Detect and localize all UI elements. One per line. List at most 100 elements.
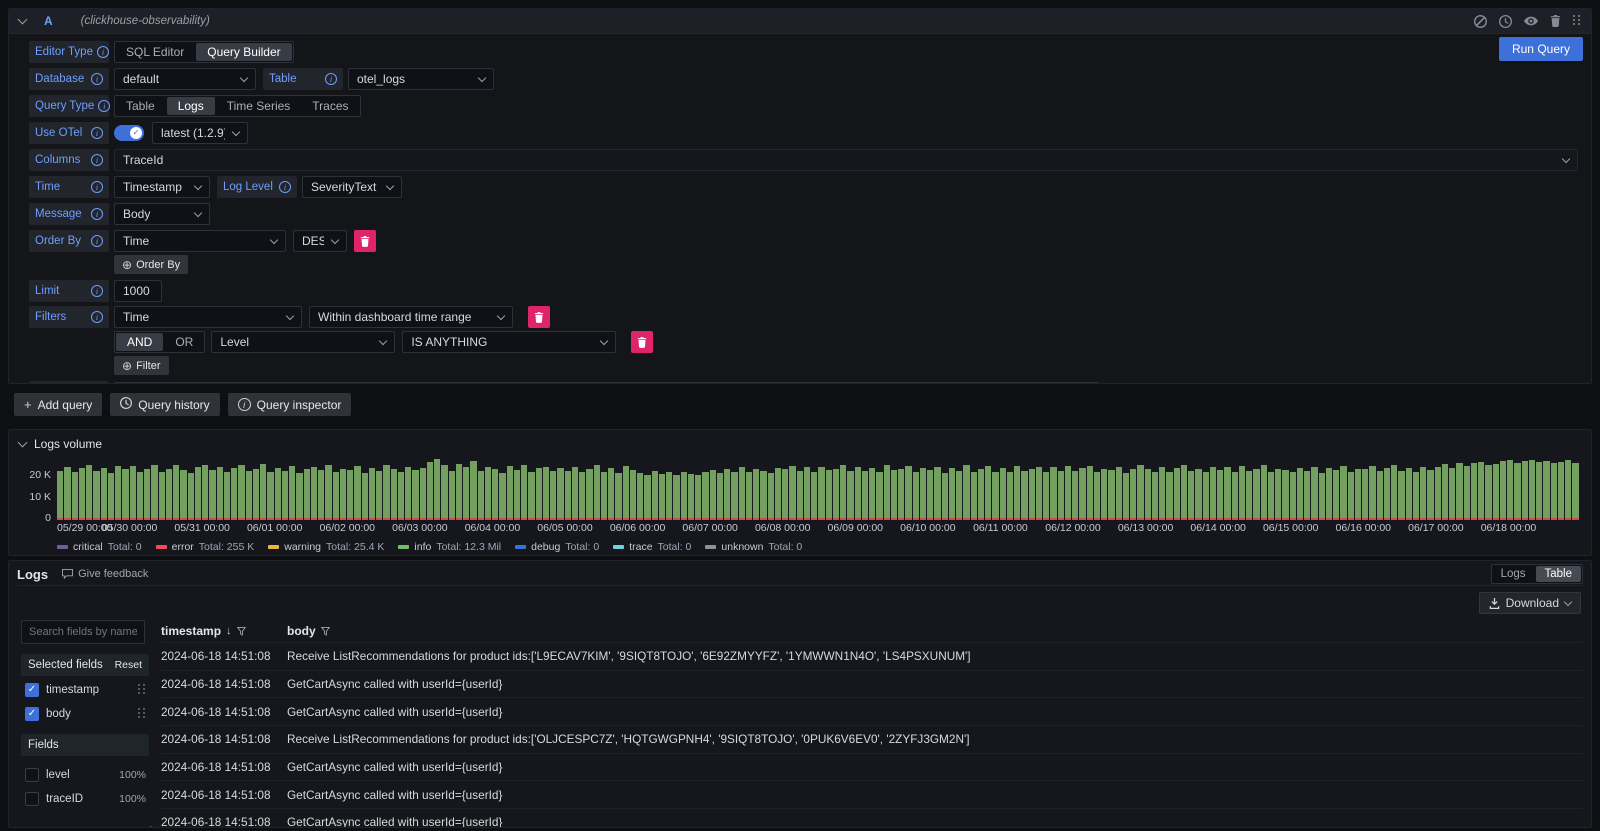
search-fields-input[interactable]	[21, 620, 145, 644]
volume-bar	[615, 473, 621, 520]
view-table-option[interactable]: Table	[1536, 566, 1582, 582]
volume-bar	[1058, 471, 1064, 520]
body-cell: GetCartAsync called with userId={userId}	[283, 760, 1583, 774]
collapse-panel-icon[interactable]	[18, 438, 28, 448]
order-by-direction-select[interactable]: DESC	[293, 230, 347, 252]
query-type-table-option[interactable]: Table	[115, 96, 166, 116]
volume-bar	[746, 472, 752, 520]
chevron-down-icon	[270, 235, 278, 243]
sidebar-scrollbar[interactable]	[149, 826, 153, 828]
query-type-traces-option[interactable]: Traces	[301, 96, 359, 116]
eye-icon[interactable]	[1524, 16, 1538, 26]
chevron-down-icon	[379, 336, 387, 344]
log-level-column-select[interactable]: SeverityText	[302, 176, 402, 198]
volume-bar	[166, 469, 172, 520]
volume-bar	[1377, 471, 1383, 520]
filter-level-field-select[interactable]: Level	[211, 331, 395, 353]
message-filter-input[interactable]	[114, 382, 1099, 384]
order-by-field-select[interactable]: Time	[114, 230, 286, 252]
volume-bar	[1079, 468, 1085, 520]
filter-field-select[interactable]: Time	[114, 306, 302, 328]
query-history-button[interactable]: Query history	[110, 393, 219, 416]
remove-level-filter-button[interactable]	[631, 331, 653, 353]
filter-level-operator-select[interactable]: IS ANYTHING	[402, 331, 616, 353]
filter-icon[interactable]	[321, 627, 330, 636]
volume-bar	[1355, 469, 1361, 520]
add-order-by-button[interactable]: ⊕Order By	[114, 255, 188, 274]
volume-bar	[949, 468, 955, 520]
add-query-button[interactable]: +Add query	[14, 393, 102, 416]
info-circle-icon: i	[238, 398, 251, 411]
body-checkbox[interactable]: ✓	[25, 707, 39, 721]
legend-label: error	[172, 541, 194, 553]
volume-bar	[470, 461, 476, 520]
volume-bar	[1471, 463, 1477, 520]
volume-bar	[1413, 472, 1419, 520]
or-option[interactable]: OR	[164, 332, 204, 352]
volume-bar	[282, 471, 288, 520]
timestamp-checkbox[interactable]: ✓	[25, 683, 39, 697]
legend-item-unknown[interactable]: unknownTotal: 0	[705, 541, 802, 553]
volume-bar	[224, 472, 230, 520]
and-option[interactable]: AND	[116, 333, 163, 351]
legend-item-info[interactable]: infoTotal: 12.3 Mil	[398, 541, 501, 553]
timestamp-column-header[interactable]: timestamp	[161, 624, 221, 638]
columns-multiselect[interactable]: TraceId	[114, 149, 1578, 171]
volume-bar	[108, 473, 114, 520]
disable-query-icon[interactable]	[1474, 15, 1487, 28]
query-inspector-button[interactable]: i Query inspector	[228, 393, 352, 416]
body-cell: GetCartAsync called with userId={userId}	[283, 788, 1583, 802]
x-tick-label: 06/04 00:00	[465, 522, 520, 534]
selected-field-body: ✓ body	[21, 703, 149, 724]
time-column-select[interactable]: Timestamp	[114, 176, 210, 198]
volume-bar	[557, 468, 563, 520]
give-feedback-link[interactable]: Give feedback	[62, 568, 148, 580]
legend-item-trace[interactable]: traceTotal: 0	[613, 541, 691, 553]
drag-handle-icon[interactable]	[138, 708, 146, 720]
sort-desc-icon[interactable]: ↓	[226, 625, 232, 637]
download-button[interactable]: Download	[1479, 592, 1581, 614]
message-column-select[interactable]: Body	[114, 203, 210, 225]
log-level-label: Log Leveli	[217, 176, 297, 198]
volume-bar	[978, 469, 984, 520]
volume-bar	[137, 472, 143, 520]
traceid-checkbox[interactable]	[25, 792, 39, 806]
drag-handle-icon[interactable]	[138, 684, 146, 696]
query-history-icon[interactable]	[1499, 15, 1512, 28]
query-type-logs-option[interactable]: Logs	[167, 97, 215, 115]
filter-icon[interactable]	[237, 627, 246, 636]
volume-bar	[1340, 466, 1346, 520]
level-checkbox[interactable]	[25, 768, 39, 782]
sql-editor-option[interactable]: SQL Editor	[115, 42, 195, 62]
delete-query-icon[interactable]	[1550, 15, 1561, 27]
otel-version-select[interactable]: latest (1.2.9)	[152, 122, 248, 144]
query-builder-option[interactable]: Query Builder	[196, 43, 291, 61]
legend-item-critical[interactable]: criticalTotal: 0	[57, 541, 142, 553]
drag-handle-icon[interactable]	[1573, 15, 1581, 27]
query-type-timeseries-option[interactable]: Time Series	[216, 96, 302, 116]
legend-swatch	[156, 545, 167, 549]
run-query-button[interactable]: Run Query	[1499, 37, 1583, 61]
volume-bar	[536, 468, 542, 520]
volume-bar	[1398, 471, 1404, 520]
reset-fields-button[interactable]: Reset	[115, 659, 142, 671]
info-icon: i	[325, 73, 337, 85]
legend-item-debug[interactable]: debugTotal: 0	[515, 541, 599, 553]
volume-bar	[57, 471, 63, 520]
database-select[interactable]: default	[114, 68, 256, 90]
collapse-query-icon[interactable]	[18, 15, 28, 25]
legend-item-warning[interactable]: warningTotal: 25.4 K	[268, 541, 384, 553]
add-filter-button[interactable]: ⊕Filter	[114, 356, 169, 375]
x-tick-label: 06/08 00:00	[755, 522, 810, 534]
table-select[interactable]: otel_logs	[348, 68, 494, 90]
remove-order-by-button[interactable]	[354, 230, 376, 252]
remove-filter-button[interactable]	[528, 306, 550, 328]
limit-input[interactable]	[114, 280, 162, 302]
view-logs-option[interactable]: Logs	[1492, 565, 1535, 583]
filter-operator-select[interactable]: Within dashboard time range	[309, 306, 513, 328]
body-column-header[interactable]: body	[287, 624, 316, 638]
use-otel-toggle[interactable]: ✓	[114, 125, 144, 141]
volume-bar	[449, 471, 455, 520]
volume-bar	[818, 467, 824, 521]
legend-item-error[interactable]: errorTotal: 255 K	[156, 541, 255, 553]
